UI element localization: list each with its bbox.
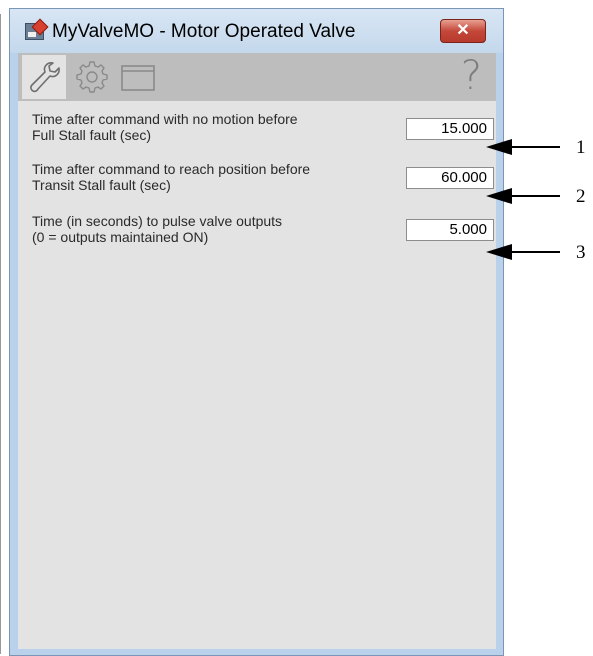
callout-number-2: 2: [576, 186, 586, 207]
callout-arrow-1: [486, 139, 560, 155]
callout-arrow-2: [486, 188, 560, 204]
callout-arrows: [486, 139, 560, 260]
callout-arrow-3: [486, 244, 560, 260]
callout-number-3: 3: [576, 242, 586, 263]
callout-number-1: 1: [576, 137, 586, 158]
